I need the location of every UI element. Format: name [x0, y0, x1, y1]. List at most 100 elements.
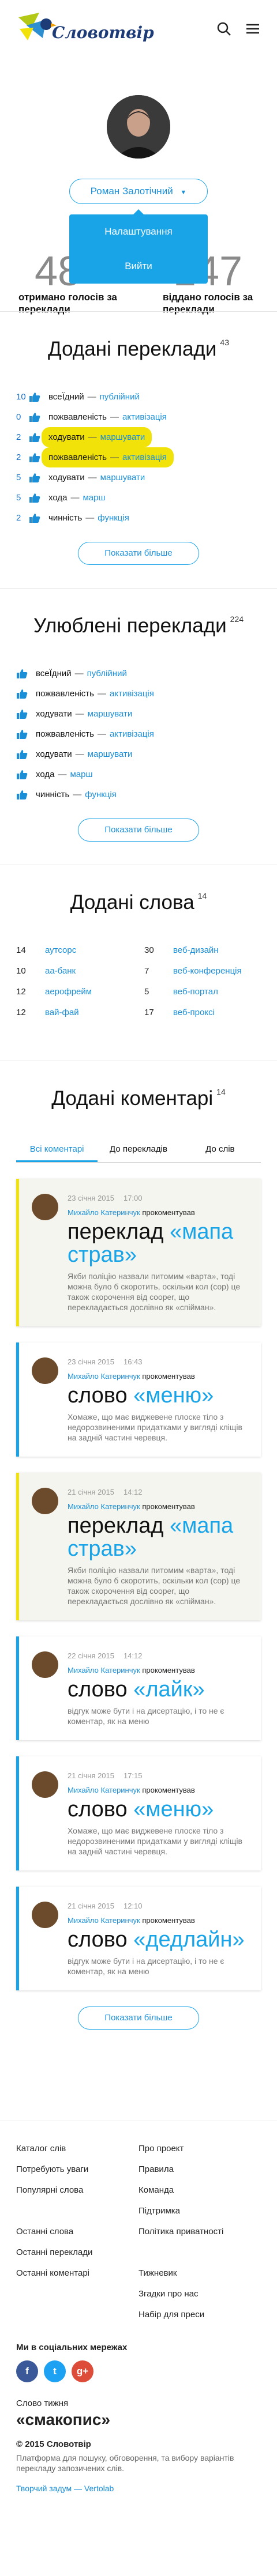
footer-link[interactable]: Правила: [138, 2159, 261, 2180]
user-name-dropdown[interactable]: Роман Залотічний ▼: [69, 179, 208, 204]
footer-link[interactable]: Про проект: [138, 2139, 261, 2159]
show-more-button[interactable]: Показати більше: [78, 819, 199, 842]
author-link[interactable]: Михайло Катеринчук: [68, 1208, 140, 1217]
translation-word[interactable]: марш: [70, 764, 92, 785]
footer-link[interactable]: Останні переклади: [16, 2242, 138, 2263]
source-word[interactable]: пожвавленість: [48, 452, 107, 462]
footer-link[interactable]: Потребують уваги: [16, 2159, 138, 2180]
translation-word[interactable]: марш: [83, 493, 105, 503]
comment-target[interactable]: слово «лайк»: [68, 1678, 249, 1701]
source-word[interactable]: чинність: [48, 513, 82, 523]
footer-link[interactable]: Згадки про нас: [138, 2284, 261, 2305]
word-link[interactable]: вай-фай: [45, 1002, 79, 1023]
source-word[interactable]: ходувати: [36, 704, 72, 724]
tab-translation-comments[interactable]: До перекладів: [98, 1136, 179, 1162]
source-word[interactable]: всеЇдний: [48, 392, 84, 402]
show-more-button[interactable]: Показати більше: [78, 542, 199, 565]
author-avatar[interactable]: [32, 1357, 58, 1384]
word-link[interactable]: аерофрейм: [45, 982, 92, 1002]
author-avatar[interactable]: [32, 1902, 58, 1928]
source-word[interactable]: пожвавленість: [36, 684, 94, 704]
author-avatar[interactable]: [32, 1488, 58, 1514]
translation-word[interactable]: маршувати: [100, 432, 145, 442]
translation-word[interactable]: активізація: [110, 724, 154, 744]
menu-item-logout[interactable]: Вийти: [69, 249, 208, 284]
translation-word[interactable]: активізація: [122, 452, 167, 462]
word-of-week-link[interactable]: «смакопис»: [16, 2411, 261, 2429]
facebook-icon[interactable]: f: [16, 2360, 38, 2382]
translation-pair[interactable]: пожвавленість — активізація: [48, 407, 167, 427]
comment-target[interactable]: переклад «мапа страв»: [68, 1514, 249, 1560]
comment-card[interactable]: 21 січня 2015 17:15 Михайло Катеринчук про…: [16, 1756, 261, 1870]
search-icon[interactable]: [216, 21, 232, 37]
author-link[interactable]: Михайло Катеринчук: [68, 1786, 140, 1794]
source-word[interactable]: ходувати: [48, 432, 85, 442]
footer-link[interactable]: Підтримка: [138, 2201, 261, 2222]
thumb-up-icon[interactable]: [16, 669, 28, 679]
thumb-up-icon[interactable]: [16, 709, 28, 719]
footer-link[interactable]: Останні слова: [16, 2222, 138, 2242]
word-link[interactable]: веб-проксі: [173, 1002, 215, 1023]
translation-word[interactable]: публійний: [87, 663, 127, 684]
translation-word[interactable]: функція: [85, 785, 117, 805]
translation-pair[interactable]: пожвавленість — активізація: [42, 447, 174, 467]
thumb-up-icon[interactable]: [29, 412, 40, 423]
menu-item-settings[interactable]: Налаштування: [69, 214, 208, 249]
source-word[interactable]: хода: [36, 764, 54, 785]
comment-target[interactable]: слово «меню»: [68, 1384, 249, 1407]
author-link[interactable]: Михайло Катеринчук: [68, 1916, 140, 1925]
comment-card[interactable]: 21 січня 2015 12:10 Михайло Катеринчук про…: [16, 1887, 261, 1990]
comment-target[interactable]: слово «дедлайн»: [68, 1928, 249, 1951]
comment-target[interactable]: слово «меню»: [68, 1798, 249, 1821]
author-avatar[interactable]: [32, 1771, 58, 1798]
comment-card[interactable]: 23 січня 2015 17:00 Михайло Катеринчук про…: [16, 1179, 261, 1326]
thumb-up-icon[interactable]: [16, 689, 28, 699]
comment-card[interactable]: 21 січня 2015 14:12 Михайло Катеринчук про…: [16, 1473, 261, 1620]
twitter-icon[interactable]: t: [44, 2360, 66, 2382]
word-link[interactable]: аутсорс: [45, 940, 76, 961]
source-word[interactable]: ходувати: [48, 473, 85, 482]
author-link[interactable]: Михайло Катеринчук: [68, 1666, 140, 1674]
translation-word[interactable]: активізація: [110, 684, 154, 704]
author-link[interactable]: Михайло Катеринчук: [68, 1372, 140, 1381]
author-avatar[interactable]: [32, 1194, 58, 1220]
tab-all-comments[interactable]: Всі коментарі: [16, 1136, 98, 1162]
footer-link[interactable]: Команда: [138, 2180, 261, 2201]
logo-text[interactable]: Словотвір: [52, 23, 154, 42]
translation-word[interactable]: функція: [98, 513, 129, 523]
translation-pair[interactable]: ходувати — маршувати: [42, 427, 152, 447]
source-word[interactable]: пожвавленість: [36, 724, 94, 744]
word-link[interactable]: веб-портал: [173, 982, 218, 1002]
thumb-up-icon[interactable]: [29, 513, 40, 523]
comment-card[interactable]: 23 січня 2015 16:43 Михайло Катеринчук про…: [16, 1342, 261, 1457]
tab-word-comments[interactable]: До слів: [179, 1136, 261, 1162]
footer-link[interactable]: Популярні слова: [16, 2180, 138, 2201]
comment-target[interactable]: переклад «мапа страв»: [68, 1220, 249, 1266]
google-plus-icon[interactable]: g+: [72, 2360, 93, 2382]
translation-pair[interactable]: ходувати — маршувати: [48, 467, 145, 488]
footer-link[interactable]: Каталог слів: [16, 2139, 138, 2159]
thumb-up-icon[interactable]: [29, 473, 40, 483]
thumb-up-icon[interactable]: [16, 770, 28, 780]
thumb-up-icon[interactable]: [29, 493, 40, 503]
source-word[interactable]: пожвавленість: [48, 412, 107, 422]
footer-link[interactable]: Тижневик: [138, 2263, 261, 2284]
source-word[interactable]: хода: [48, 493, 67, 503]
thumb-up-icon[interactable]: [16, 790, 28, 800]
footer-link[interactable]: Політика приватності: [138, 2222, 261, 2242]
translation-word[interactable]: маршувати: [88, 704, 133, 724]
source-word[interactable]: всеЇдний: [36, 663, 72, 684]
translation-pair[interactable]: хода — марш: [48, 488, 105, 508]
translation-word[interactable]: маршувати: [100, 473, 145, 482]
comment-card[interactable]: 22 січня 2015 14:12 Михайло Катеринчук про…: [16, 1636, 261, 1740]
translation-pair[interactable]: всеЇдний — публійний: [48, 387, 140, 407]
translation-word[interactable]: маршувати: [88, 744, 133, 764]
thumb-up-icon[interactable]: [29, 432, 40, 443]
word-link[interactable]: веб-конференція: [173, 961, 242, 982]
show-more-button[interactable]: Показати більше: [78, 2007, 199, 2030]
footer-link[interactable]: Набір для преси: [138, 2305, 261, 2325]
source-word[interactable]: чинність: [36, 785, 69, 805]
word-link[interactable]: аа-банк: [45, 961, 76, 982]
thumb-up-icon[interactable]: [29, 392, 40, 402]
footer-link[interactable]: Останні коментарі: [16, 2263, 138, 2284]
